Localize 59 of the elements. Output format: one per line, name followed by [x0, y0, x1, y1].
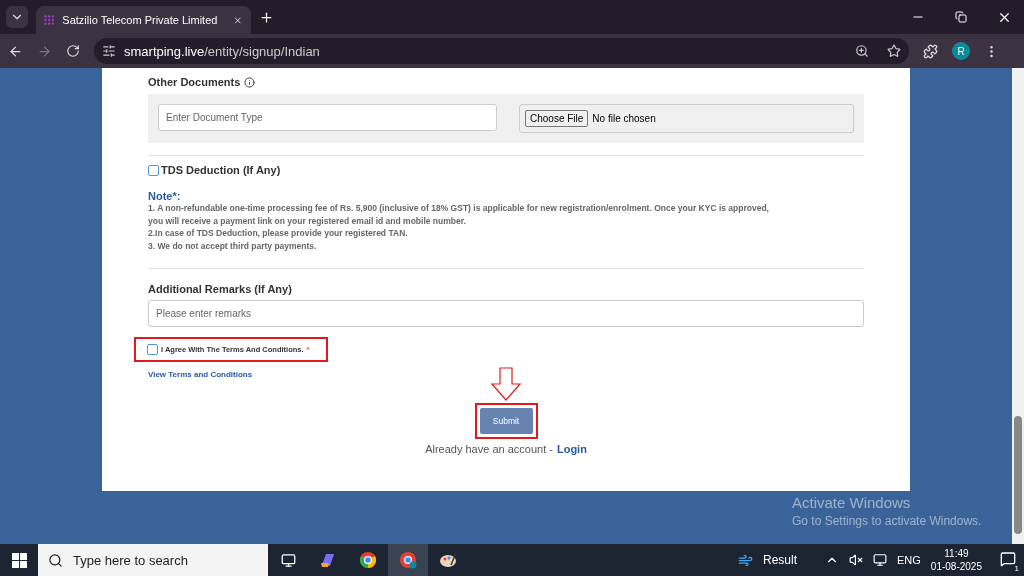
address-bar[interactable]: smartping.live/entity/signup/Indian — [94, 38, 909, 64]
down-arrow-icon — [490, 367, 522, 401]
url-text: smartping.live/entity/signup/Indian — [124, 43, 320, 59]
choose-file-button[interactable]: Choose File — [525, 110, 589, 127]
login-prompt: Already have an account - — [425, 443, 553, 455]
weather-text[interactable]: Result — [763, 553, 797, 567]
speaker-muted-icon[interactable] — [849, 553, 863, 567]
search-placeholder: Type here to search — [73, 552, 188, 568]
network-icon[interactable] — [873, 553, 887, 567]
logo-icon — [44, 13, 55, 27]
restore-icon[interactable] — [955, 11, 967, 23]
agree-checkbox[interactable] — [147, 344, 158, 355]
note-line: 1. A non-refundable one-time processing fee of Rs. 5,900 (inclusive of 18% GST) is applicable for new registration/enrolment. Once your KYC is approved, you will receive a payment link on your registered email id and mobile number. — [148, 202, 770, 227]
remarks-field[interactable]: Please enter remarks — [148, 300, 864, 327]
paint-palette-icon[interactable] — [439, 551, 457, 569]
note-line: 3. We do not accept third party payments. — [148, 239, 318, 252]
clock-date: 01-08-2025 — [930, 560, 982, 573]
notifications-icon[interactable] — [1000, 550, 1016, 567]
taskbar-clock[interactable]: 11:49 01-08-2025 — [930, 547, 982, 573]
notification-count: 1 — [1014, 563, 1019, 573]
windows-start-icon[interactable] — [11, 552, 27, 568]
document-type-field[interactable]: Enter Document Type — [158, 104, 497, 131]
tab-list-button[interactable] — [6, 6, 28, 28]
taskbar-search-field[interactable]: Type here to search — [38, 544, 268, 576]
watermark-subtitle: Go to Settings to activate Windows. — [792, 514, 982, 528]
copilot-icon[interactable] — [319, 551, 337, 569]
forward-icon[interactable] — [37, 43, 52, 59]
note-line: 2.In case of TDS Deduction, please provide your registered TAN. — [148, 227, 409, 240]
site-settings-icon[interactable] — [102, 44, 116, 58]
clock-time: 11:49 — [944, 547, 969, 560]
new-tab-icon[interactable] — [259, 9, 274, 25]
reload-icon[interactable] — [66, 44, 80, 58]
chrome-icon[interactable] — [359, 551, 377, 569]
tab-title: Satzilio Telecom Private Limited — [62, 14, 218, 26]
search-icon — [48, 552, 63, 568]
chrome-profile-icon[interactable] — [399, 551, 417, 569]
browser-tab[interactable]: Satzilio Telecom Private Limited — [36, 6, 251, 34]
weather-icon[interactable] — [738, 552, 753, 568]
remarks-label: Additional Remarks (If Any) — [148, 283, 293, 295]
info-icon[interactable] — [244, 76, 256, 88]
file-status: No file chosen — [592, 113, 656, 124]
section-label: Other Documents — [148, 76, 241, 88]
task-view-icon[interactable] — [280, 552, 296, 568]
zoom-icon[interactable] — [855, 44, 869, 58]
bookmark-star-icon[interactable] — [887, 44, 901, 58]
profile-avatar[interactable]: R — [952, 42, 970, 60]
tds-checkbox[interactable] — [148, 164, 159, 176]
tds-label: TDS Deduction (If Any) — [161, 164, 281, 176]
note-title: Note*: — [148, 190, 182, 202]
terms-link[interactable]: View Terms and Conditions — [148, 370, 864, 379]
scroll-thumb[interactable] — [1014, 416, 1022, 534]
watermark-title: Activate Windows — [792, 494, 912, 511]
language-indicator[interactable]: ENG — [897, 554, 921, 566]
submit-button[interactable]: Submit — [479, 408, 533, 434]
scrollbar[interactable] — [1012, 68, 1024, 544]
login-link[interactable]: Login — [556, 443, 587, 455]
extensions-icon[interactable] — [923, 43, 938, 59]
back-icon[interactable] — [8, 43, 23, 59]
required-mark: * — [306, 345, 310, 354]
